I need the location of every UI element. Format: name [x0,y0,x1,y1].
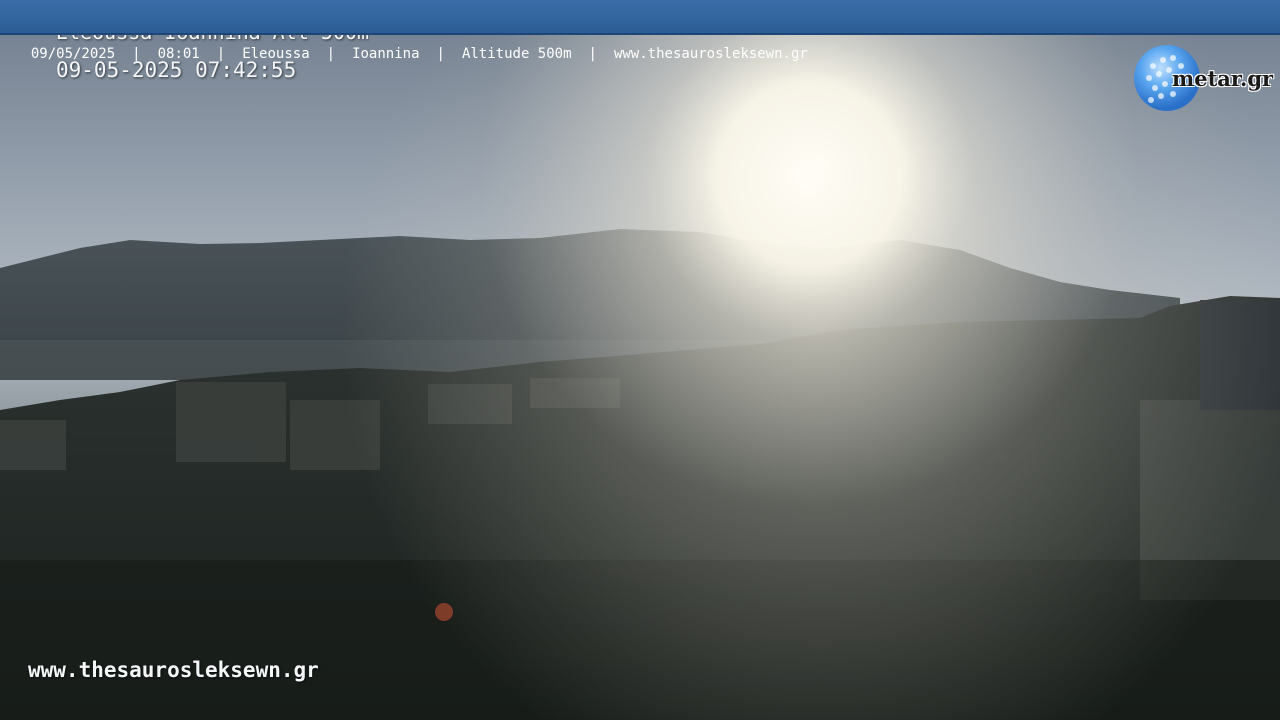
banner-altitude: Altitude 500m [461,46,572,62]
banner-website-link[interactable]: www.thesaurosleksewn.gr [614,36,808,72]
metar-logo[interactable]: metar.gr [1133,44,1273,114]
banner-separator: | [588,46,597,62]
website-watermark: www.thesaurosleksewn.gr [28,658,319,682]
metar-logo-text: metar.gr [1172,66,1274,91]
info-banner: 09/05/2025 | 08:01 | Eleoussa | Ioannina | Altit… [0,0,1280,62]
webcam-scene [0,0,1280,720]
overlay-timestamp: 09-05-2025 07:42:55 [56,58,297,82]
banner-separator: | [436,46,445,62]
